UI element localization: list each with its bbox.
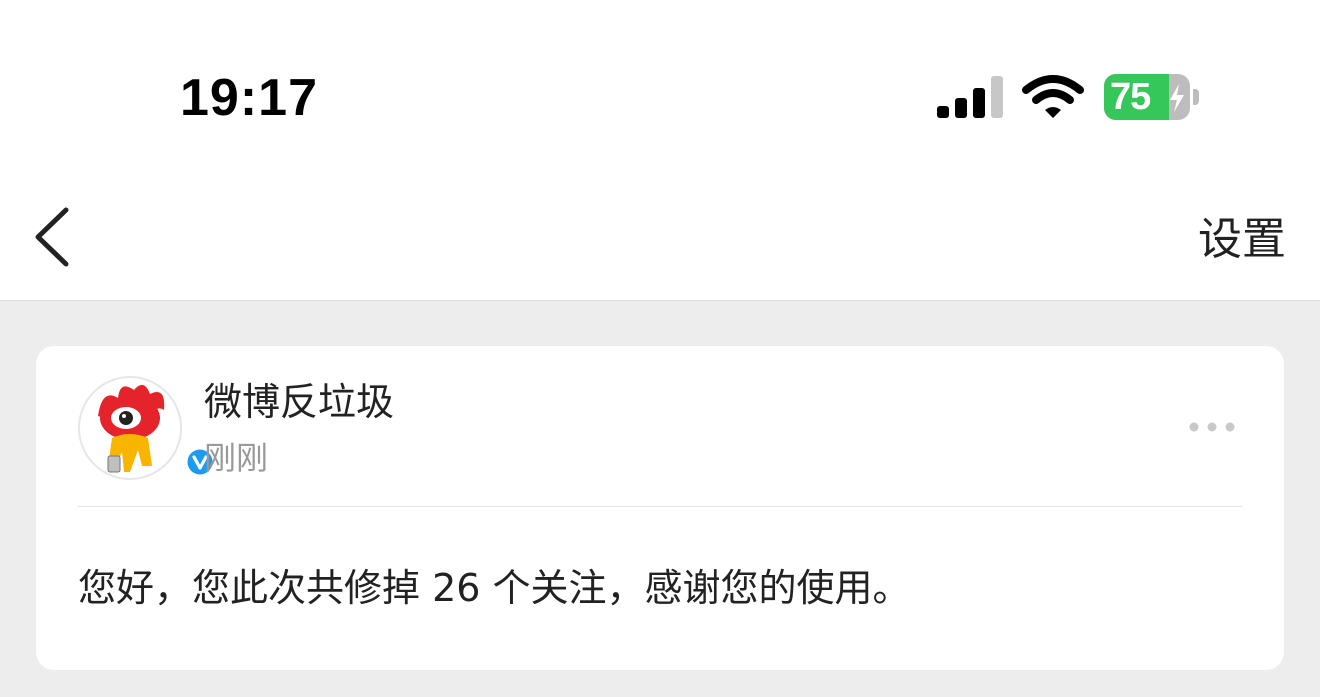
message-timestamp: 刚刚 <box>204 439 269 477</box>
divider <box>78 506 1242 507</box>
status-time: 19:17 <box>180 69 318 127</box>
battery-percent: 75 <box>1110 76 1151 118</box>
more-dots-icon[interactable] <box>1186 412 1246 442</box>
message-body: 您好，您此次共修掉 26 个关注，感谢您的使用。 <box>78 566 911 610</box>
charging-bolt-icon <box>1170 84 1184 112</box>
message-card: 微博反垃圾 刚刚 您好，您此次共修掉 26 个关注，感谢您的使用。 <box>36 346 1284 670</box>
status-bar: 19:17 75 <box>0 0 1320 180</box>
battery-charging-icon: 75 <box>1104 74 1199 120</box>
chevron-left-icon[interactable] <box>26 202 86 272</box>
nav-bar: 设置 <box>0 180 1320 301</box>
weibo-logo-avatar[interactable] <box>78 376 182 480</box>
wifi-icon <box>1022 75 1084 118</box>
settings-button[interactable]: 设置 <box>1198 210 1286 270</box>
sender-name[interactable]: 微博反垃圾 <box>204 376 394 428</box>
cellular-signal-icon <box>937 76 1003 118</box>
